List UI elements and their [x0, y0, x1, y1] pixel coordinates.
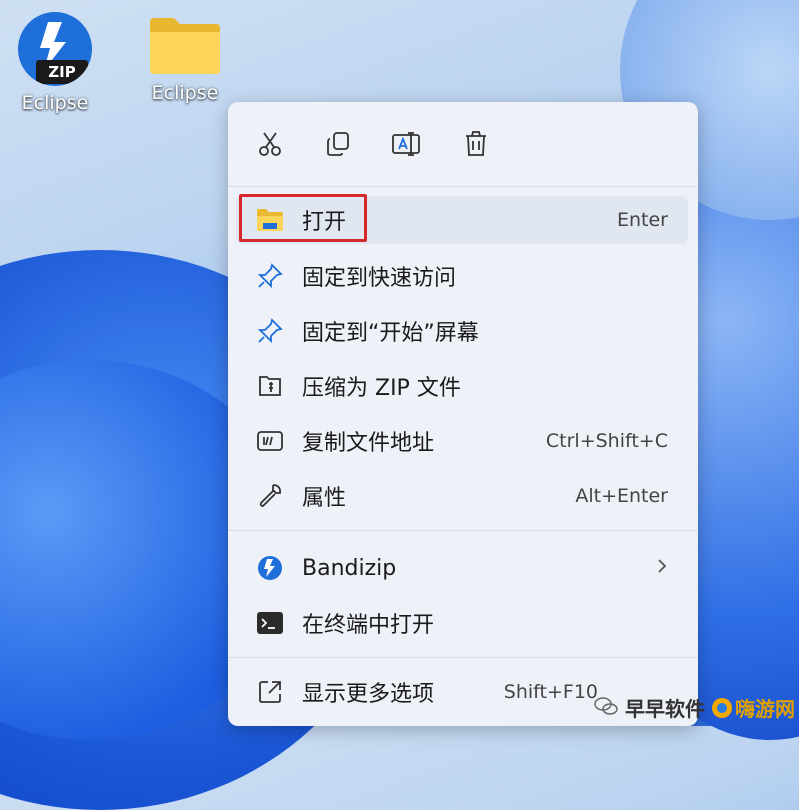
cut-button[interactable]	[250, 126, 290, 166]
menu-item-properties[interactable]: 属性 Alt+Enter	[236, 472, 688, 520]
delete-icon	[463, 130, 489, 162]
menu-item-label: 复制文件地址	[302, 431, 435, 456]
copy-button[interactable]	[318, 126, 358, 166]
wrench-icon	[252, 478, 288, 514]
terminal-icon	[252, 605, 288, 641]
watermark: 早早软件 嗨游网	[593, 693, 795, 722]
bandizip-archive-icon: ZIP	[18, 12, 92, 86]
watermark-logo-text: 嗨游网	[735, 697, 795, 721]
rename-icon	[391, 130, 421, 162]
copy-path-icon	[252, 423, 288, 459]
menu-item-label: 固定到快速访问	[302, 266, 457, 291]
menu-item-label: 属性	[302, 486, 347, 511]
desktop-icon-label: Eclipse	[21, 92, 89, 114]
menu-item-compress-zip[interactable]: 压缩为 ZIP 文件	[236, 362, 688, 410]
menu-item-label: 压缩为 ZIP 文件	[302, 376, 461, 401]
folder-icon	[146, 14, 224, 76]
delete-button[interactable]	[456, 126, 496, 166]
menu-item-shortcut: Ctrl+Shift+C	[545, 430, 668, 452]
rename-button[interactable]	[386, 126, 426, 166]
menu-item-bandizip[interactable]: Bandizip	[236, 544, 688, 592]
wechat-icon	[593, 695, 619, 721]
menu-item-label: 显示更多选项	[302, 682, 435, 707]
menu-item-label: 固定到“开始”屏幕	[302, 321, 479, 346]
bandizip-icon	[252, 550, 288, 586]
divider	[228, 530, 698, 531]
menu-item-copy-path[interactable]: 复制文件地址 Ctrl+Shift+C	[236, 417, 688, 465]
menu-item-open-terminal[interactable]: 在终端中打开	[236, 599, 688, 647]
menu-item-label: 在终端中打开	[302, 613, 435, 638]
menu-item-pin-start[interactable]: 固定到“开始”屏幕	[236, 307, 688, 355]
zip-file-icon	[252, 368, 288, 404]
watermark-logo: 嗨游网	[711, 693, 795, 722]
desktop-icon-folder[interactable]: Eclipse	[135, 14, 235, 104]
highlight-annotation	[239, 194, 367, 242]
more-options-icon	[252, 674, 288, 710]
divider	[228, 657, 698, 658]
chevron-right-icon	[656, 557, 668, 580]
menu-item-shortcut: Shift+F10	[503, 681, 598, 703]
menu-item-shortcut: Enter	[617, 209, 668, 231]
divider	[228, 186, 698, 187]
menu-item-label: Bandizip	[302, 555, 397, 581]
context-menu-toolbar	[228, 126, 698, 170]
pin-icon	[252, 313, 288, 349]
desktop-icon-zip[interactable]: ZIP Eclipse	[5, 12, 105, 114]
menu-item-shortcut: Alt+Enter	[575, 485, 668, 507]
copy-icon	[324, 130, 352, 162]
pin-icon	[252, 258, 288, 294]
desktop-icon-label: Eclipse	[151, 82, 219, 104]
watermark-text: 早早软件	[625, 697, 705, 721]
cut-icon	[256, 130, 284, 162]
context-menu: 打开 Enter 固定到快速访问 固定到“开始”屏幕 压缩为 ZIP 文件 复制…	[228, 102, 698, 726]
zip-badge: ZIP	[36, 60, 88, 84]
menu-item-pin-quick-access[interactable]: 固定到快速访问	[236, 252, 688, 300]
